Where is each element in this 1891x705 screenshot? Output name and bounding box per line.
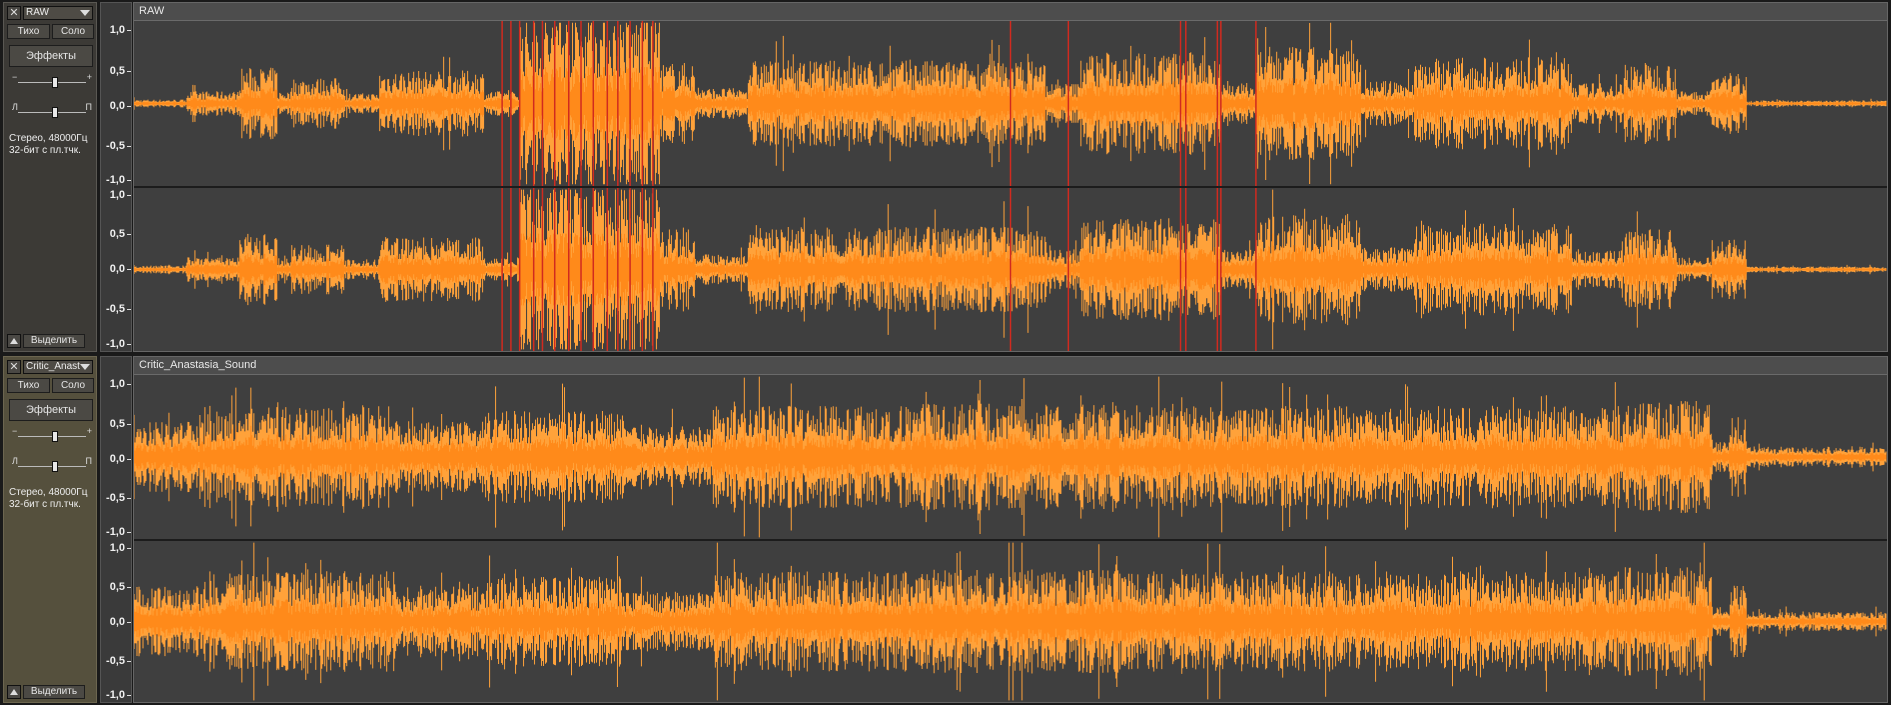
waveform bbox=[134, 188, 1887, 351]
pan-right-label: П bbox=[85, 102, 92, 112]
scale-tick: 0,5 bbox=[109, 228, 132, 240]
scale-tick: -1,0 bbox=[106, 689, 131, 701]
scale-tick: 1,0 bbox=[109, 542, 132, 554]
scale-tick: 0,5 bbox=[109, 418, 132, 430]
mute-button[interactable]: Тихо bbox=[7, 24, 50, 39]
waveform-channel-right[interactable] bbox=[134, 188, 1887, 351]
pan-slider[interactable]: Л П bbox=[12, 102, 92, 118]
track-raw: ✕ RAW Тихо Соло Эффекты − + Л П Стерео, … bbox=[0, 0, 1891, 354]
solo-button[interactable]: Соло bbox=[52, 378, 94, 393]
track-name-menu[interactable]: Critic_Anast bbox=[23, 360, 93, 374]
gain-slider-thumb[interactable] bbox=[52, 77, 58, 88]
gain-plus-label: + bbox=[86, 72, 92, 82]
scale-tick: -0,5 bbox=[106, 655, 131, 667]
effects-button[interactable]: Эффекты bbox=[9, 45, 93, 67]
scale-tick: 0,5 bbox=[109, 65, 132, 77]
scale-tick: -1,0 bbox=[106, 526, 131, 538]
scale-tick: 0,0 bbox=[109, 453, 132, 465]
scale-tick: 0,5 bbox=[109, 581, 132, 593]
pan-left-label: Л bbox=[12, 456, 18, 466]
scale-tick: 0,0 bbox=[109, 263, 132, 275]
gain-plus-label: + bbox=[86, 426, 92, 436]
track-name-menu[interactable]: RAW bbox=[23, 6, 93, 20]
amplitude-ruler: 1,0 0,5 0,0 -0,5 -1,0 1,0 0,5 0,0 -0,5 -… bbox=[100, 356, 132, 703]
close-icon: ✕ bbox=[9, 7, 19, 19]
clip-title[interactable]: RAW bbox=[134, 3, 1887, 21]
waveform-area[interactable]: RAW bbox=[133, 2, 1888, 352]
clip-title[interactable]: Critic_Anastasia_Sound bbox=[134, 357, 1887, 375]
scale-tick: 0,0 bbox=[109, 100, 132, 112]
gain-slider-thumb[interactable] bbox=[52, 431, 58, 442]
waveform bbox=[134, 21, 1887, 186]
track-control-panel: ✕ Critic_Anast Тихо Соло Эффекты − + Л П… bbox=[3, 356, 97, 703]
sample-rate-text: Стерео, 48000Гц bbox=[9, 133, 88, 144]
track-control-panel: ✕ RAW Тихо Соло Эффекты − + Л П Стерео, … bbox=[3, 2, 97, 352]
collapse-track-button[interactable] bbox=[7, 334, 21, 348]
sample-format-text: 32-бит с пл.тчк. bbox=[9, 145, 81, 156]
scale-tick: -0,5 bbox=[106, 492, 131, 504]
pan-left-label: Л bbox=[12, 102, 18, 112]
gain-minus-label: − bbox=[12, 72, 18, 82]
dropdown-arrow-icon bbox=[80, 364, 90, 370]
track-format-info: Стерео, 48000Гц 32-бит с пл.тчк. bbox=[9, 487, 99, 511]
pan-slider-thumb[interactable] bbox=[52, 107, 58, 118]
scale-tick: -1,0 bbox=[106, 338, 131, 350]
scale-tick: 0,0 bbox=[109, 616, 132, 628]
waveform-channel-left[interactable] bbox=[134, 375, 1887, 539]
waveform-area[interactable]: Critic_Anastasia_Sound bbox=[133, 356, 1888, 703]
track-format-info: Стерео, 48000Гц 32-бит с пл.тчк. bbox=[9, 133, 99, 157]
waveform bbox=[134, 542, 1887, 701]
amplitude-ruler: 1,0 0,5 0,0 -0,5 -1,0 1,0 0,5 0,0 -0,5 -… bbox=[100, 2, 132, 352]
select-track-button[interactable]: Выделить bbox=[23, 334, 85, 348]
close-track-button[interactable]: ✕ bbox=[7, 360, 21, 374]
scale-tick: -0,5 bbox=[106, 303, 131, 315]
scale-tick: -0,5 bbox=[106, 140, 131, 152]
track-name: RAW bbox=[26, 7, 49, 18]
collapse-track-button[interactable] bbox=[7, 685, 21, 699]
mute-button[interactable]: Тихо bbox=[7, 378, 50, 393]
pan-slider[interactable]: Л П bbox=[12, 456, 92, 472]
scale-tick: -1,0 bbox=[106, 174, 131, 186]
scale-tick: 1,0 bbox=[109, 24, 132, 36]
waveform bbox=[134, 376, 1887, 538]
gain-slider[interactable]: − + bbox=[12, 426, 92, 442]
scale-tick: 1,0 bbox=[109, 189, 132, 201]
waveform-channel-right[interactable] bbox=[134, 541, 1887, 702]
sample-rate-text: Стерео, 48000Гц bbox=[9, 487, 88, 498]
gain-minus-label: − bbox=[12, 426, 18, 436]
gain-slider[interactable]: − + bbox=[12, 72, 92, 88]
solo-button[interactable]: Соло bbox=[52, 24, 94, 39]
select-track-button[interactable]: Выделить bbox=[23, 685, 85, 699]
dropdown-arrow-icon bbox=[80, 10, 90, 16]
sample-format-text: 32-бит с пл.тчк. bbox=[9, 499, 81, 510]
scale-tick: 1,0 bbox=[109, 378, 132, 390]
close-icon: ✕ bbox=[9, 361, 19, 373]
waveform-channel-left[interactable] bbox=[134, 21, 1887, 186]
track-critic: ✕ Critic_Anast Тихо Соло Эффекты − + Л П… bbox=[0, 354, 1891, 705]
effects-button[interactable]: Эффекты bbox=[9, 399, 93, 421]
pan-slider-thumb[interactable] bbox=[52, 461, 58, 472]
pan-right-label: П bbox=[85, 456, 92, 466]
close-track-button[interactable]: ✕ bbox=[7, 6, 21, 20]
track-name: Critic_Anast bbox=[26, 361, 80, 372]
